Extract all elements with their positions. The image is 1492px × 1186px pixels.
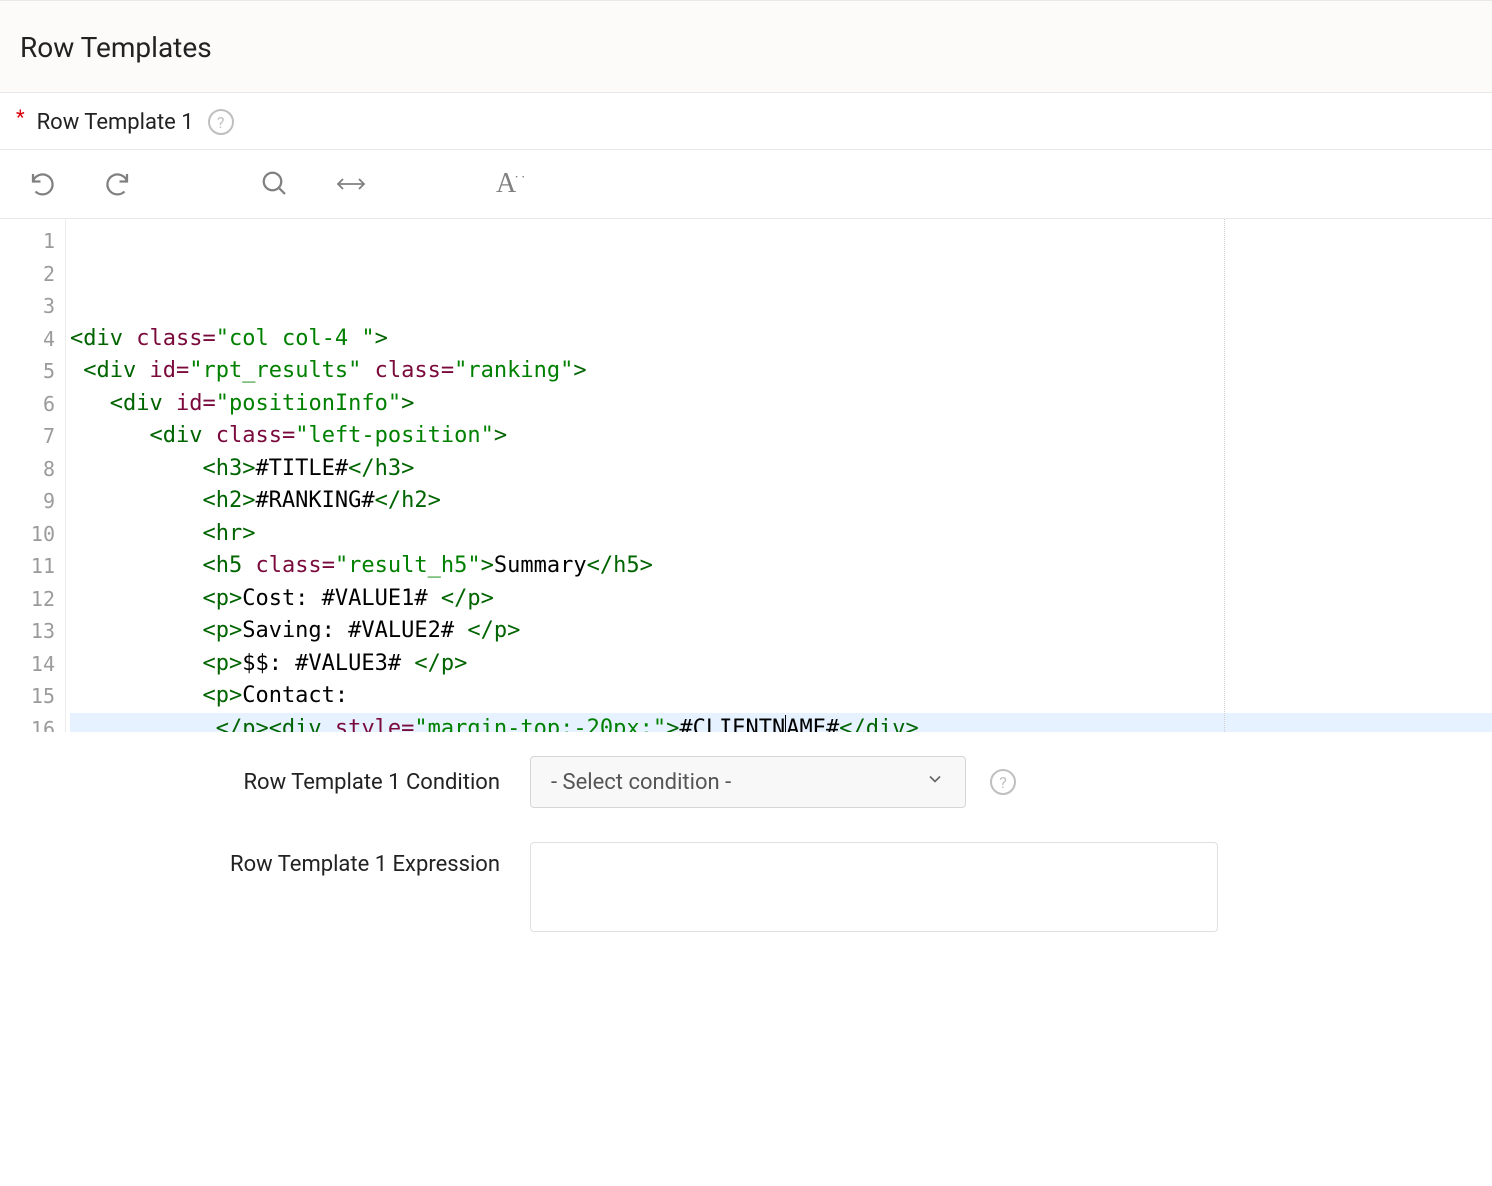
help-icon[interactable]: ?	[208, 109, 234, 135]
line-number: 14	[0, 648, 55, 681]
expression-row: Row Template 1 Expression	[0, 818, 1492, 942]
field-header: * Row Template 1 ?	[0, 93, 1492, 149]
line-number: 9	[0, 485, 55, 518]
code-line[interactable]: <h2>#RANKING#</h2>	[70, 485, 1492, 518]
section-header: Row Templates	[0, 0, 1492, 93]
line-number: 2	[0, 258, 55, 291]
expression-label: Row Template 1 Expression	[0, 842, 530, 877]
undo-icon[interactable]	[28, 169, 58, 199]
line-number: 13	[0, 615, 55, 648]
expression-textarea[interactable]	[530, 842, 1218, 932]
page-container: Row Templates * Row Template 1 ?	[0, 0, 1492, 942]
section-title: Row Templates	[20, 31, 1472, 64]
print-margin-ruler	[1224, 219, 1225, 732]
code-line[interactable]: <p>Saving: #VALUE2# </p>	[70, 615, 1492, 648]
line-number: 3	[0, 290, 55, 323]
line-number: 7	[0, 420, 55, 453]
code-line[interactable]: <p>Cost: #VALUE1# </p>	[70, 583, 1492, 616]
line-number: 15	[0, 680, 55, 713]
code-line[interactable]: <p>Contact:	[70, 680, 1492, 713]
code-area[interactable]: <div class="col col-4 "> <div id="rpt_re…	[66, 219, 1492, 732]
line-number: 1	[0, 225, 55, 258]
stretch-icon[interactable]	[334, 171, 368, 197]
code-editor[interactable]: 12345678910111213141516 <div class="col …	[0, 218, 1492, 732]
help-icon[interactable]: ?	[990, 769, 1016, 795]
redo-icon[interactable]	[102, 169, 132, 199]
line-number: 16	[0, 713, 55, 733]
code-line[interactable]: <h3>#TITLE#</h3>	[70, 453, 1492, 486]
code-line[interactable]: <div id="positionInfo">	[70, 388, 1492, 421]
field-label: Row Template 1	[37, 110, 194, 135]
line-number: 5	[0, 355, 55, 388]
line-number: 10	[0, 518, 55, 551]
code-line[interactable]: <h5 class="result_h5">Summary</h5>	[70, 550, 1492, 583]
line-gutter: 12345678910111213141516	[0, 219, 66, 732]
line-number: 6	[0, 388, 55, 421]
search-icon[interactable]	[260, 169, 290, 199]
line-number: 8	[0, 453, 55, 486]
code-line[interactable]: <div class="col col-4 ">	[70, 323, 1492, 356]
required-indicator: *	[16, 107, 25, 127]
code-line[interactable]: <div id="rpt_results" class="ranking">	[70, 355, 1492, 388]
code-line[interactable]: <p>$$: #VALUE3# </p>	[70, 648, 1492, 681]
code-line[interactable]: <div class="left-position">	[70, 420, 1492, 453]
editor-toolbar: A··	[0, 149, 1492, 218]
line-number: 12	[0, 583, 55, 616]
condition-row: Row Template 1 Condition - Select condit…	[0, 732, 1492, 818]
code-line[interactable]: <hr>	[70, 518, 1492, 551]
condition-select-value: - Select condition -	[551, 770, 731, 795]
chevron-down-icon	[925, 769, 945, 795]
line-number: 4	[0, 323, 55, 356]
font-options-icon[interactable]: A··	[496, 168, 528, 200]
line-number: 11	[0, 550, 55, 583]
condition-select[interactable]: - Select condition -	[530, 756, 966, 808]
condition-label: Row Template 1 Condition	[0, 770, 530, 795]
code-line[interactable]: </p><div style="margin-top:-20px;">#CLIE…	[70, 713, 1492, 733]
